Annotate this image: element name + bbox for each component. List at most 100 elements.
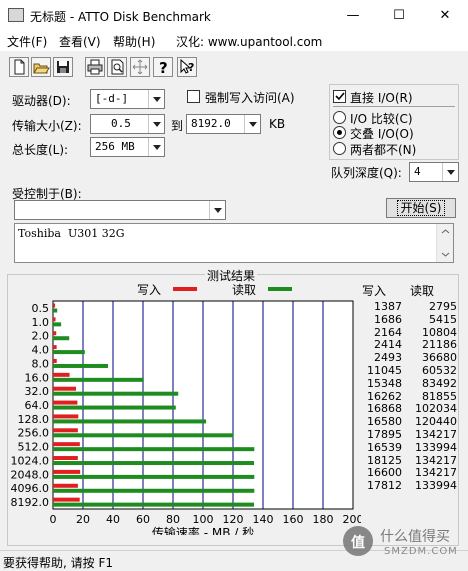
bar-read — [53, 474, 255, 479]
watermark-text: 什么值得买 — [380, 529, 450, 545]
force-write-label: 强制写入访问(A) — [205, 91, 295, 105]
result-read-value: 120440 — [415, 415, 457, 429]
result-read-value: 5415 — [429, 312, 457, 326]
bar-write — [53, 497, 80, 502]
bar-read — [53, 336, 70, 341]
total-length-value: 256 MB — [95, 140, 135, 153]
y-tick-label: 256.0 — [18, 427, 50, 440]
neither-radio[interactable] — [333, 142, 346, 155]
bar-read — [53, 391, 179, 396]
transfer-from-select[interactable]: 0.5 — [90, 114, 165, 134]
maximize-button[interactable]: ☐ — [376, 0, 422, 31]
bar-write — [53, 345, 57, 350]
x-tick-label: 160 — [283, 513, 304, 526]
print-icon[interactable] — [85, 57, 105, 77]
controlled-by-select[interactable] — [14, 200, 226, 220]
legend-write-swatch — [173, 287, 197, 291]
bar-read — [53, 433, 234, 438]
y-tick-label: 0.5 — [32, 302, 50, 315]
y-tick-label: 64.0 — [25, 399, 50, 412]
new-icon[interactable] — [9, 57, 29, 77]
result-read-value: 133994 — [415, 479, 457, 493]
transfer-size-label: 传输大小(Z): — [12, 119, 82, 133]
bar-write — [53, 400, 78, 405]
io-compare-radio[interactable] — [333, 111, 346, 124]
minimize-button[interactable]: — — [330, 0, 376, 31]
close-button[interactable]: ✕ — [422, 0, 468, 31]
overlap-io-radio[interactable] — [333, 126, 346, 139]
result-read-value: 21186 — [422, 338, 457, 352]
legend-read-label: 读取 — [232, 283, 256, 297]
save-icon[interactable] — [53, 57, 73, 77]
result-read-value: 134217 — [415, 453, 457, 467]
watermark-sub: SMZDM.COM — [384, 546, 458, 557]
bar-read — [53, 488, 255, 493]
y-tick-label: 512.0 — [18, 441, 50, 454]
result-write-value: 16539 — [367, 440, 402, 454]
bar-read — [53, 502, 254, 507]
y-tick-label: 32.0 — [25, 385, 50, 398]
svg-text:?: ? — [188, 61, 194, 74]
chevron-down-icon — [148, 115, 164, 133]
result-read-value: 10804 — [422, 325, 457, 339]
bar-read — [53, 447, 255, 452]
result-read-value: 102034 — [415, 402, 457, 416]
drive-value: [-d-] — [95, 92, 129, 105]
move-icon[interactable] — [130, 57, 150, 77]
result-read-value: 2795 — [429, 300, 457, 313]
menu-localized: 汉化: www.upantool.com — [176, 35, 323, 49]
transfer-to-select[interactable]: 8192.0 — [186, 114, 261, 134]
bar-read — [53, 461, 254, 466]
bar-write — [53, 456, 78, 461]
chart-area: 0 20 40 60 80 100 120 140 160 180 200 写入 读取 0.5 1.0 2.0… — [11, 283, 364, 540]
x-tick-label: 60 — [136, 513, 150, 526]
description-scrollbar[interactable] — [436, 224, 453, 262]
svg-text:?: ? — [159, 59, 168, 76]
results-table: 1387 2795 1686 5415 2164 10804 2414 21186 2493 36… — [357, 300, 457, 500]
menu-bar: 文件(F) 查看(V) 帮助(H) 汉化: www.upantool.com — [0, 31, 468, 51]
result-write-value: 11045 — [367, 364, 402, 377]
result-write-value: 18125 — [367, 453, 402, 467]
description-textarea[interactable]: Toshiba U301 32G — [14, 223, 454, 263]
y-tick-label: 2048.0 — [11, 468, 49, 481]
result-write-value: 1686 — [374, 312, 402, 326]
bar-write — [53, 358, 57, 363]
drive-select[interactable]: [-d-] — [90, 89, 165, 109]
menu-file[interactable]: 文件(F) — [7, 33, 47, 50]
x-axis-label: 传输速率 - MB / 秒 — [152, 525, 254, 535]
start-button-label: 开始(S) — [396, 200, 446, 216]
result-write-value: 16868 — [367, 402, 402, 416]
watermark-logo: 值 — [343, 526, 373, 556]
open-icon[interactable] — [31, 57, 51, 77]
force-write-checkbox[interactable] — [187, 90, 200, 103]
x-tick-label: 200 — [343, 513, 362, 526]
result-write-value: 2164 — [374, 325, 402, 339]
x-tick-label: 0 — [50, 513, 57, 526]
queue-depth-select[interactable]: 4 — [409, 162, 459, 182]
direct-io-checkbox[interactable] — [333, 90, 346, 103]
menu-help[interactable]: 帮助(H) — [113, 33, 155, 50]
total-length-label: 总长度(L): — [12, 143, 69, 157]
context-help-icon[interactable]: ? — [177, 57, 197, 77]
result-read-value: 134217 — [415, 428, 457, 441]
result-read-value: 134217 — [415, 466, 457, 480]
result-write-value: 17895 — [367, 428, 402, 441]
total-length-select[interactable]: 256 MB — [90, 137, 165, 157]
bar-write — [53, 317, 56, 322]
menu-view[interactable]: 查看(V) — [59, 33, 101, 50]
print-preview-icon[interactable] — [107, 57, 127, 77]
drive-label: 驱动器(D): — [12, 94, 71, 108]
start-button[interactable]: 开始(S) — [386, 198, 456, 218]
x-tick-label: 80 — [166, 513, 180, 526]
transfer-to-label: 到 — [171, 119, 184, 133]
y-tick-label: 1024.0 — [11, 454, 49, 467]
chevron-down-icon — [442, 163, 458, 181]
transfer-to-value: 8192.0 — [191, 117, 231, 130]
y-tick-label: 4.0 — [32, 344, 50, 357]
result-write-value: 17812 — [367, 479, 402, 493]
help-icon[interactable]: ? — [153, 57, 173, 77]
results-title: 测试结果 — [205, 267, 258, 284]
bar-write — [53, 414, 79, 419]
results-col-write: 写入 — [362, 284, 387, 298]
watermark-logo-glyph: 值 — [351, 535, 365, 551]
